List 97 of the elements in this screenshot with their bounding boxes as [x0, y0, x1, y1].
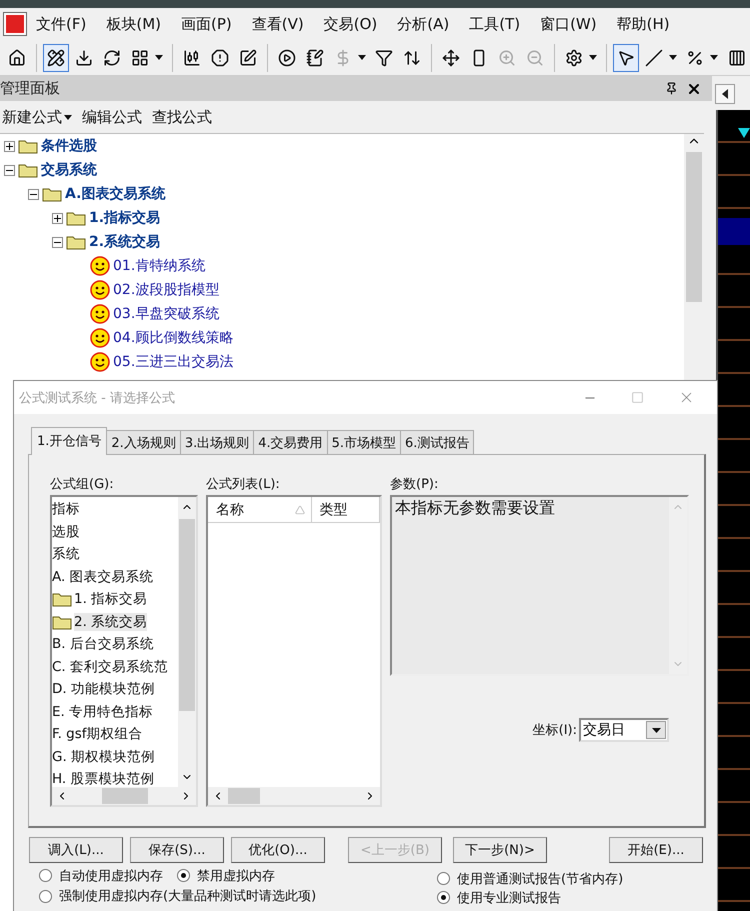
list-item[interactable]: F. gsf期权组合: [52, 725, 143, 744]
tree-item[interactable]: 03.早盘突破系统: [113, 305, 220, 323]
pin-icon[interactable]: [665, 82, 678, 95]
tab[interactable]: 1.开仓信号: [31, 427, 108, 455]
ruler-pencil-icon[interactable]: [42, 44, 69, 72]
field-label: 坐标(I):: [532, 722, 577, 739]
toolbar-link[interactable]: 新建公式: [2, 108, 72, 126]
group-list[interactable]: 指标 选股 系统 A. 图表交易系统 1. 指标交易 2. 系统交易 B. 后台交易系统 C. 套利交易系统范 D. 功能模块范例 E. 专用特色指标 F. gsf期权组合 G. 期权模块范例 H. 股票模块范例: [50, 495, 198, 807]
menu-item[interactable]: 查看(V): [242, 14, 314, 34]
list-item[interactable]: G. 期权模块范例: [52, 748, 156, 766]
tree-item[interactable]: 2.系统交易: [89, 233, 160, 251]
list-item[interactable]: A. 图表交易系统: [52, 568, 154, 586]
radio-option[interactable]: 禁用虚拟内存: [177, 866, 275, 885]
dialog-button[interactable]: 优化(O)...: [231, 837, 325, 863]
dialog-title: 公式测试系统 - 请选择公式: [19, 390, 175, 406]
tab[interactable]: 2.入场规则: [106, 430, 181, 455]
column-header[interactable]: 名称: [208, 497, 312, 522]
sort-icon: [294, 504, 304, 514]
radio-option[interactable]: 自动使用虚拟内存: [39, 866, 163, 885]
menu-item[interactable]: 交易(O): [314, 14, 388, 34]
scrollbar-thumb[interactable]: [102, 788, 148, 804]
radio-button[interactable]: [437, 891, 450, 904]
list-item[interactable]: E. 专用特色指标: [52, 702, 154, 721]
tab[interactable]: 3.出场规则: [180, 430, 254, 455]
folder-icon: [18, 138, 38, 154]
list-item[interactable]: 选股: [52, 522, 80, 541]
tree-item[interactable]: 交易系统: [41, 161, 97, 179]
tree-item[interactable]: 01.肯特纳系统: [113, 257, 206, 275]
field-label: 公式列表(L):: [206, 476, 281, 493]
formula-list[interactable]: 名称 类型: [206, 495, 382, 807]
field-label: 参数(P):: [390, 476, 440, 493]
smiley-icon: [90, 280, 110, 300]
app-logo: [4, 13, 26, 35]
list-item[interactable]: B. 后台交易系统: [52, 635, 154, 654]
toolbar-link[interactable]: 编辑公式: [82, 108, 142, 126]
tree-item[interactable]: 02.波段股指模型: [113, 281, 220, 299]
menu-item[interactable]: 文件(F): [26, 14, 96, 34]
radio-button[interactable]: [177, 869, 190, 882]
dialog-button[interactable]: 调入(L)...: [29, 837, 123, 863]
folder-icon: [52, 591, 72, 608]
triangle-icon: [738, 128, 750, 138]
tree-item[interactable]: 1.指标交易: [89, 209, 160, 227]
smiley-icon: [90, 352, 110, 372]
folder-icon: [66, 234, 86, 250]
selected-row-highlight: [718, 218, 750, 245]
axis-select[interactable]: 交易日: [579, 718, 669, 742]
scrollbar-thumb[interactable]: [228, 788, 260, 804]
smiley-icon: [90, 328, 110, 348]
radio-option[interactable]: 使用专业测试报告: [437, 888, 561, 907]
scrollbar-thumb[interactable]: [179, 519, 195, 711]
tree-item[interactable]: 条件选股: [41, 137, 97, 155]
expand-toggle[interactable]: [4, 140, 15, 152]
tab[interactable]: 5.市场模型: [326, 430, 402, 455]
open-folder-icon: [52, 614, 72, 630]
scroll-left-button[interactable]: [715, 84, 735, 104]
menu-item[interactable]: 分析(A): [387, 14, 460, 34]
radio-button[interactable]: [39, 890, 52, 902]
cursor-icon[interactable]: [613, 44, 640, 72]
collapse-toggle[interactable]: [28, 188, 39, 200]
tree-item[interactable]: A.图表交易系统: [65, 185, 166, 203]
folder-icon: [42, 186, 62, 202]
collapse-toggle[interactable]: [4, 164, 15, 176]
folder-icon: [66, 210, 86, 226]
radio-option[interactable]: 强制使用虚拟内存(大量品种测试时请选此项): [39, 886, 316, 906]
column-header[interactable]: 类型: [312, 497, 380, 522]
list-item[interactable]: C. 套利交易系统范: [52, 658, 168, 676]
menu-item[interactable]: 帮助(H): [606, 14, 680, 34]
dialog-button[interactable]: 保存(S)...: [130, 837, 224, 863]
radio-option[interactable]: 使用普通测试报告(节省内存): [437, 869, 624, 888]
folder-icon: [18, 162, 38, 178]
expand-toggle[interactable]: [52, 212, 63, 224]
smiley-icon: [90, 256, 110, 276]
menu-item[interactable]: 画面(P): [171, 14, 242, 34]
radio-button[interactable]: [39, 869, 52, 882]
menu-item[interactable]: 工具(T): [459, 14, 530, 34]
tree-item[interactable]: 05.三进三出交易法: [113, 353, 234, 371]
list-item[interactable]: 2. 系统交易: [74, 612, 148, 631]
radio-button[interactable]: [437, 872, 450, 885]
list-item[interactable]: H. 股票模块范例: [52, 770, 154, 787]
tree-item[interactable]: 04.顾比倒数线策略: [113, 329, 234, 347]
menu-item[interactable]: 板块(M): [96, 14, 171, 34]
tab[interactable]: 4.交易费用: [253, 430, 328, 455]
params-text: 本指标无参数需要设置: [394, 497, 556, 519]
tab[interactable]: 6.测试报告: [400, 430, 474, 455]
toolbar-link[interactable]: 查找公式: [152, 108, 212, 126]
dialog-button[interactable]: 开始(E)...: [609, 837, 703, 863]
list-item[interactable]: 系统: [52, 545, 80, 564]
panel-title: 管理面板: [0, 79, 60, 98]
scrollbar-thumb[interactable]: [686, 152, 702, 302]
collapse-toggle[interactable]: [52, 236, 63, 248]
field-label: 公式组(G):: [50, 476, 115, 493]
list-item[interactable]: 指标: [52, 500, 80, 518]
smiley-icon: [90, 304, 110, 324]
menu-item[interactable]: 窗口(W): [530, 14, 607, 34]
dialog-button[interactable]: 下一步(N)>: [453, 837, 547, 863]
list-item[interactable]: 1. 指标交易: [74, 590, 148, 608]
list-item[interactable]: D. 功能模块范例: [52, 680, 155, 698]
